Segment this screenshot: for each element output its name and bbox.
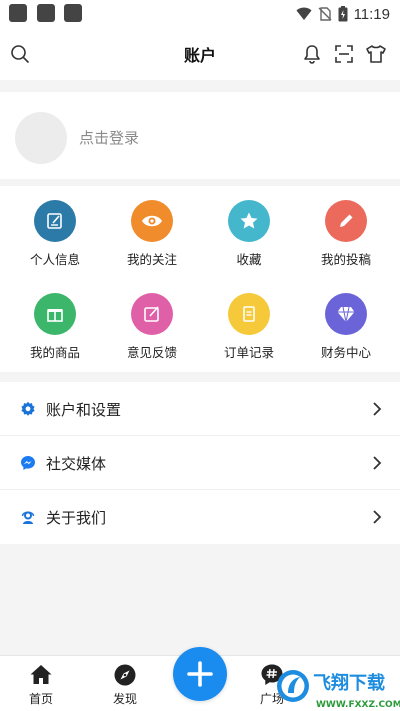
compass-icon <box>114 664 136 686</box>
menu-item-social-media[interactable]: 社交媒体 <box>0 436 400 490</box>
bell-icon[interactable] <box>300 42 324 66</box>
home-icon <box>30 665 52 684</box>
pencil-icon <box>325 200 367 242</box>
eye-icon <box>131 200 173 242</box>
clock-time: 11:19 <box>353 5 390 23</box>
grid-item-finance[interactable]: 财务中心 <box>296 293 396 373</box>
top-app-bar: 账户 <box>0 28 400 80</box>
menu-item-account-settings[interactable]: 账户和设置 <box>0 382 400 436</box>
edit-icon <box>34 200 76 242</box>
menu-item-label: 账户和设置 <box>46 401 122 419</box>
gift-icon <box>34 293 76 335</box>
settings-menu: 账户和设置 社交媒体 关于我们 <box>0 382 400 544</box>
grid-item-label: 订单记录 <box>223 345 274 360</box>
grid-item-label: 个人信息 <box>29 252 80 267</box>
chevron-right-icon <box>373 510 382 524</box>
add-button[interactable] <box>173 647 227 701</box>
diamond-icon <box>325 293 367 335</box>
scan-icon[interactable] <box>332 42 356 66</box>
gear-icon <box>21 401 35 416</box>
feedback-icon <box>131 293 173 335</box>
menu-item-label: 社交媒体 <box>46 455 107 473</box>
watermark-logo: 飞翔下载 WWW.FXXZ.COM <box>276 664 400 711</box>
svg-text:WWW.FXXZ.COM: WWW.FXXZ.COM <box>316 700 400 710</box>
tshirt-icon[interactable] <box>364 42 388 66</box>
chevron-right-icon <box>373 402 382 416</box>
grid-item-label: 意见反馈 <box>126 345 177 360</box>
grid-item-label: 我的商品 <box>29 345 80 360</box>
status-bar: 11:19 <box>0 0 400 28</box>
login-card[interactable]: 点击登录 <box>0 92 400 179</box>
receipt-icon <box>228 293 270 335</box>
grid-item-label: 我的投稿 <box>320 252 371 267</box>
login-prompt[interactable]: 点击登录 <box>79 127 139 148</box>
tab-label: 首页 <box>28 692 53 706</box>
notification-icon <box>64 4 82 22</box>
notification-icon <box>37 4 55 22</box>
grid-item-label: 我的关注 <box>126 252 177 267</box>
grid-item-personal-info[interactable]: 个人信息 <box>5 200 105 280</box>
grid-item-my-products[interactable]: 我的商品 <box>5 293 105 373</box>
support-icon <box>21 511 35 524</box>
avatar[interactable] <box>15 112 67 164</box>
menu-item-label: 关于我们 <box>46 509 107 527</box>
grid-item-submissions[interactable]: 我的投稿 <box>296 200 396 280</box>
messenger-icon <box>21 456 35 470</box>
wifi-icon <box>296 7 312 20</box>
tab-discover[interactable]: 发现 <box>85 656 165 711</box>
tab-home[interactable]: 首页 <box>1 656 81 711</box>
menu-item-about-us[interactable]: 关于我们 <box>0 490 400 544</box>
grid-item-label: 收藏 <box>236 252 262 267</box>
grid-item-feedback[interactable]: 意见反馈 <box>102 293 202 373</box>
grid-item-favorites[interactable]: 收藏 <box>199 200 299 280</box>
grid-item-following[interactable]: 我的关注 <box>102 200 202 280</box>
chevron-right-icon <box>373 456 382 470</box>
no-sim-icon <box>318 7 332 21</box>
tab-label: 发现 <box>112 692 137 706</box>
svg-text:飞翔下载: 飞翔下载 <box>313 672 385 694</box>
feature-grid: 个人信息 我的关注 收藏 我的投稿 我的商品 意见反馈 订单记录 财务中心 <box>0 186 400 372</box>
grid-item-orders[interactable]: 订单记录 <box>199 293 299 373</box>
star-icon <box>228 200 270 242</box>
grid-item-label: 财务中心 <box>320 345 371 360</box>
battery-icon <box>338 6 348 22</box>
plus-icon <box>187 661 213 687</box>
notification-icon <box>9 4 27 22</box>
